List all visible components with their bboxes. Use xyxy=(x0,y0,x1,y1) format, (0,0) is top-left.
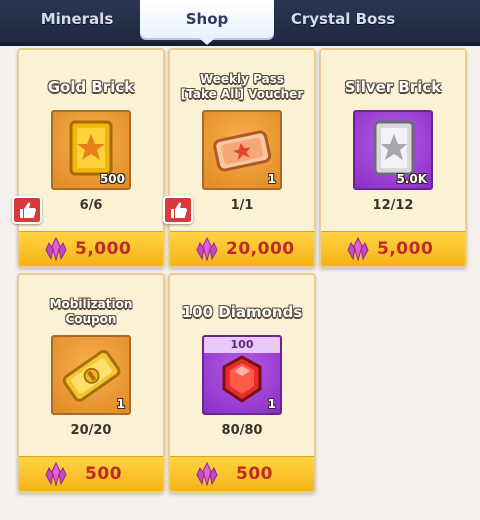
item-title: Gold Brick xyxy=(47,78,135,96)
item-quantity: 1 xyxy=(267,397,276,411)
item-quantity: 5.0K xyxy=(396,172,427,186)
item-quantity: 1 xyxy=(267,172,276,186)
shop-item-gold-brick[interactable]: Gold Brick 500 6/6 5,000 xyxy=(17,48,165,268)
item-icon-frame: 5.0K xyxy=(353,110,433,190)
item-icon-frame: 100 1 xyxy=(202,335,282,415)
shop-item-mobilization-coupon[interactable]: Mobilization Coupon 1 20/20 500 xyxy=(17,273,165,493)
buy-button[interactable]: 500 xyxy=(170,456,314,491)
item-price: 500 xyxy=(236,464,273,484)
item-stock: 12/12 xyxy=(372,198,414,213)
item-price: 20,000 xyxy=(226,239,295,259)
item-title: Silver Brick xyxy=(344,78,442,96)
item-title: Weekly Pass [Take All] Voucher xyxy=(174,72,310,102)
item-quantity: 1 xyxy=(116,397,125,411)
shop-item-silver-brick[interactable]: Silver Brick 5.0K 12/12 5,000 xyxy=(319,48,467,268)
item-stock: 20/20 xyxy=(70,423,112,438)
tab-shop[interactable]: Shop xyxy=(140,0,274,38)
tab-minerals[interactable]: Minerals xyxy=(18,0,136,38)
pink-crystal-icon xyxy=(45,462,67,486)
item-title-line-2: Coupon xyxy=(65,312,117,326)
item-stock: 80/80 xyxy=(221,423,263,438)
buy-button[interactable]: 5,000 xyxy=(321,231,465,266)
item-quantity: 500 xyxy=(99,172,125,186)
item-icon-frame: 1 xyxy=(202,110,282,190)
item-price: 5,000 xyxy=(75,239,132,259)
pink-crystal-icon xyxy=(196,462,218,486)
item-title-line-2: [Take All] Voucher xyxy=(180,87,304,101)
item-title: Mobilization Coupon xyxy=(23,297,159,327)
thumbs-up-icon xyxy=(12,196,42,224)
thumbs-up-icon xyxy=(163,196,193,224)
item-top-quantity: 100 xyxy=(204,337,280,353)
item-title-line-1: Mobilization xyxy=(49,297,133,311)
item-price: 500 xyxy=(85,464,122,484)
shop-item-weekly-pass-voucher[interactable]: Weekly Pass [Take All] Voucher 1 1/1 20,… xyxy=(168,48,316,268)
pink-crystal-icon xyxy=(196,237,218,261)
item-price: 5,000 xyxy=(377,239,434,259)
item-icon-frame: 500 xyxy=(51,110,131,190)
item-title: 100 Diamonds xyxy=(181,303,303,321)
tab-bar-divider xyxy=(0,42,480,46)
item-title-line-1: Weekly Pass xyxy=(199,72,285,86)
pink-crystal-icon xyxy=(45,237,67,261)
active-tab-indicator xyxy=(199,38,215,45)
item-icon-frame: 1 xyxy=(51,335,131,415)
shop-item-100-diamonds[interactable]: 100 Diamonds 100 1 80/80 500 xyxy=(168,273,316,493)
buy-button[interactable]: 500 xyxy=(19,456,163,491)
pink-crystal-icon xyxy=(347,237,369,261)
buy-button[interactable]: 5,000 xyxy=(19,231,163,266)
buy-button[interactable]: 20,000 xyxy=(170,231,314,266)
tab-crystal-boss[interactable]: Crystal Boss xyxy=(278,0,408,38)
